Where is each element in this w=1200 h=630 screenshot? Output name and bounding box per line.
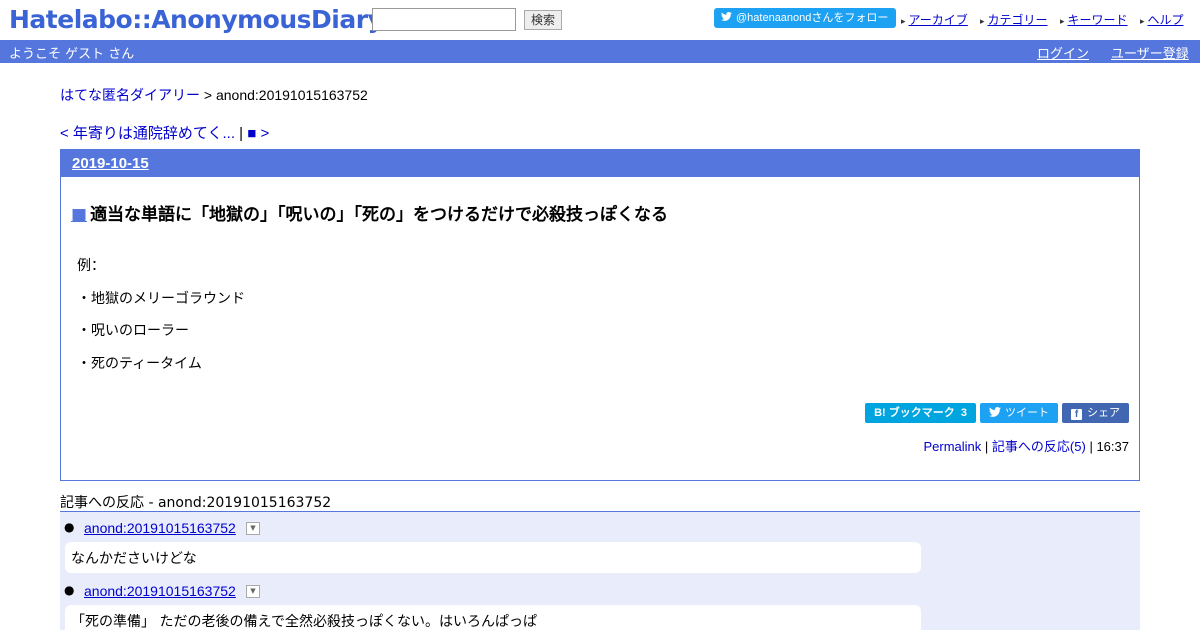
prev-next-nav: < 年寄りは通院辞めてく... | ■ > <box>60 122 269 143</box>
entry-date-link[interactable]: 2019-10-15 <box>72 155 149 172</box>
chevron-down-icon[interactable]: ▼ <box>246 585 260 598</box>
entry-title: ■ 適当な単語に「地獄の」「呪いの」「死の」をつけるだけで必殺技っぽくなる <box>71 200 668 225</box>
prev-entry-link[interactable]: < 年寄りは通院辞めてく... <box>60 125 235 142</box>
reaction-text: 「死の準備」 ただの老後の備えで全然必殺技っぽくない。はいろんぱっぱ <box>65 605 921 630</box>
hatena-bookmark-button[interactable]: B! ブックマーク 3 <box>865 403 976 423</box>
nav-separator: | <box>239 125 244 142</box>
login-link[interactable]: ログイン <box>1037 43 1089 62</box>
arrow-icon: ▸ <box>901 16 906 26</box>
site-logo[interactable]: Hatelabo::AnonymousDiary <box>9 5 384 34</box>
entry-body: 例： ・地獄のメリーゴラウンド ・呪いのローラー ・死のティータイム <box>77 250 245 380</box>
reaction-author-link[interactable]: anond:20191015163752 <box>84 520 236 536</box>
bullet-icon: ● <box>64 583 75 597</box>
body-line: ・地獄のメリーゴラウンド <box>77 290 245 307</box>
body-line: 例： <box>77 258 105 274</box>
reactions-list: ● anond:20191015163752 ▼ なんかださいけどな ● ano… <box>60 511 1140 630</box>
entry-title-text: 適当な単語に「地獄の」「呪いの」「死の」をつけるだけで必殺技っぽくなる <box>90 205 669 225</box>
entry: 2019-10-15 ■ 適当な単語に「地獄の」「呪いの」「死の」をつけるだけで必… <box>60 149 1140 481</box>
follow-label: @hatenaanondさんをフォロー <box>736 12 889 24</box>
arrow-icon: ▸ <box>1060 16 1065 26</box>
twitter-icon <box>989 407 1001 417</box>
nav-help[interactable]: ▸ ヘルプ <box>1140 11 1184 28</box>
chevron-down-icon[interactable]: ▼ <box>246 522 260 535</box>
breadcrumb-current: anond:20191015163752 <box>215 87 368 103</box>
header: Hatelabo::AnonymousDiary 検索 @hatenaanond… <box>0 0 1200 40</box>
arrow-icon: ▸ <box>980 16 985 26</box>
bullet-icon: ● <box>64 520 75 534</box>
nav-keyword[interactable]: ▸ キーワード <box>1060 11 1128 28</box>
welcome-bar: ようこそ ゲスト さん ログイン ユーザー登録 <box>0 40 1200 63</box>
reactions-link[interactable]: 記事への反応(5) <box>992 439 1086 454</box>
entry-footer: Permalink | 記事への反応(5) | 16:37 <box>923 436 1129 455</box>
entry-time: 16:37 <box>1096 439 1129 454</box>
share-buttons: B! ブックマーク 3 ツイート f シェア <box>861 403 1129 423</box>
reactions-title: 記事への反応 - anond:20191015163752 <box>60 495 332 511</box>
breadcrumb: はてな匿名ダイアリー > anond:20191015163752 <box>60 85 368 105</box>
facebook-share-button[interactable]: f シェア <box>1062 403 1129 423</box>
footer-separator: | <box>1089 439 1093 454</box>
tweet-button[interactable]: ツイート <box>980 403 1058 423</box>
entry-marker-link[interactable]: ■ <box>71 205 87 225</box>
breadcrumb-home-link[interactable]: はてな匿名ダイアリー <box>60 87 200 103</box>
reaction-text: なんかださいけどな <box>65 542 921 573</box>
next-entry-link[interactable]: ■ > <box>247 125 269 142</box>
signup-link[interactable]: ユーザー登録 <box>1111 43 1189 62</box>
body-line: ・死のティータイム <box>77 355 202 372</box>
twitter-icon <box>721 8 732 28</box>
facebook-icon: f <box>1071 409 1082 420</box>
arrow-icon: ▸ <box>1140 16 1145 26</box>
nav-category[interactable]: ▸ カテゴリー <box>980 11 1048 28</box>
permalink-link[interactable]: Permalink <box>923 439 981 454</box>
nav-archive[interactable]: ▸ アーカイブ <box>901 11 968 28</box>
search-input[interactable] <box>372 8 516 31</box>
bookmark-count: 3 <box>960 407 967 419</box>
breadcrumb-separator: > <box>203 87 213 103</box>
body-line: ・呪いのローラー <box>77 323 189 339</box>
footer-separator: | <box>984 439 989 454</box>
entry-date-bar: 2019-10-15 <box>61 150 1139 177</box>
search-button[interactable]: 検索 <box>524 10 562 30</box>
reaction-author-link[interactable]: anond:20191015163752 <box>84 583 236 599</box>
welcome-text: ようこそ ゲスト さん <box>9 47 135 62</box>
twitter-follow-button[interactable]: @hatenaanondさんをフォロー <box>714 8 897 28</box>
